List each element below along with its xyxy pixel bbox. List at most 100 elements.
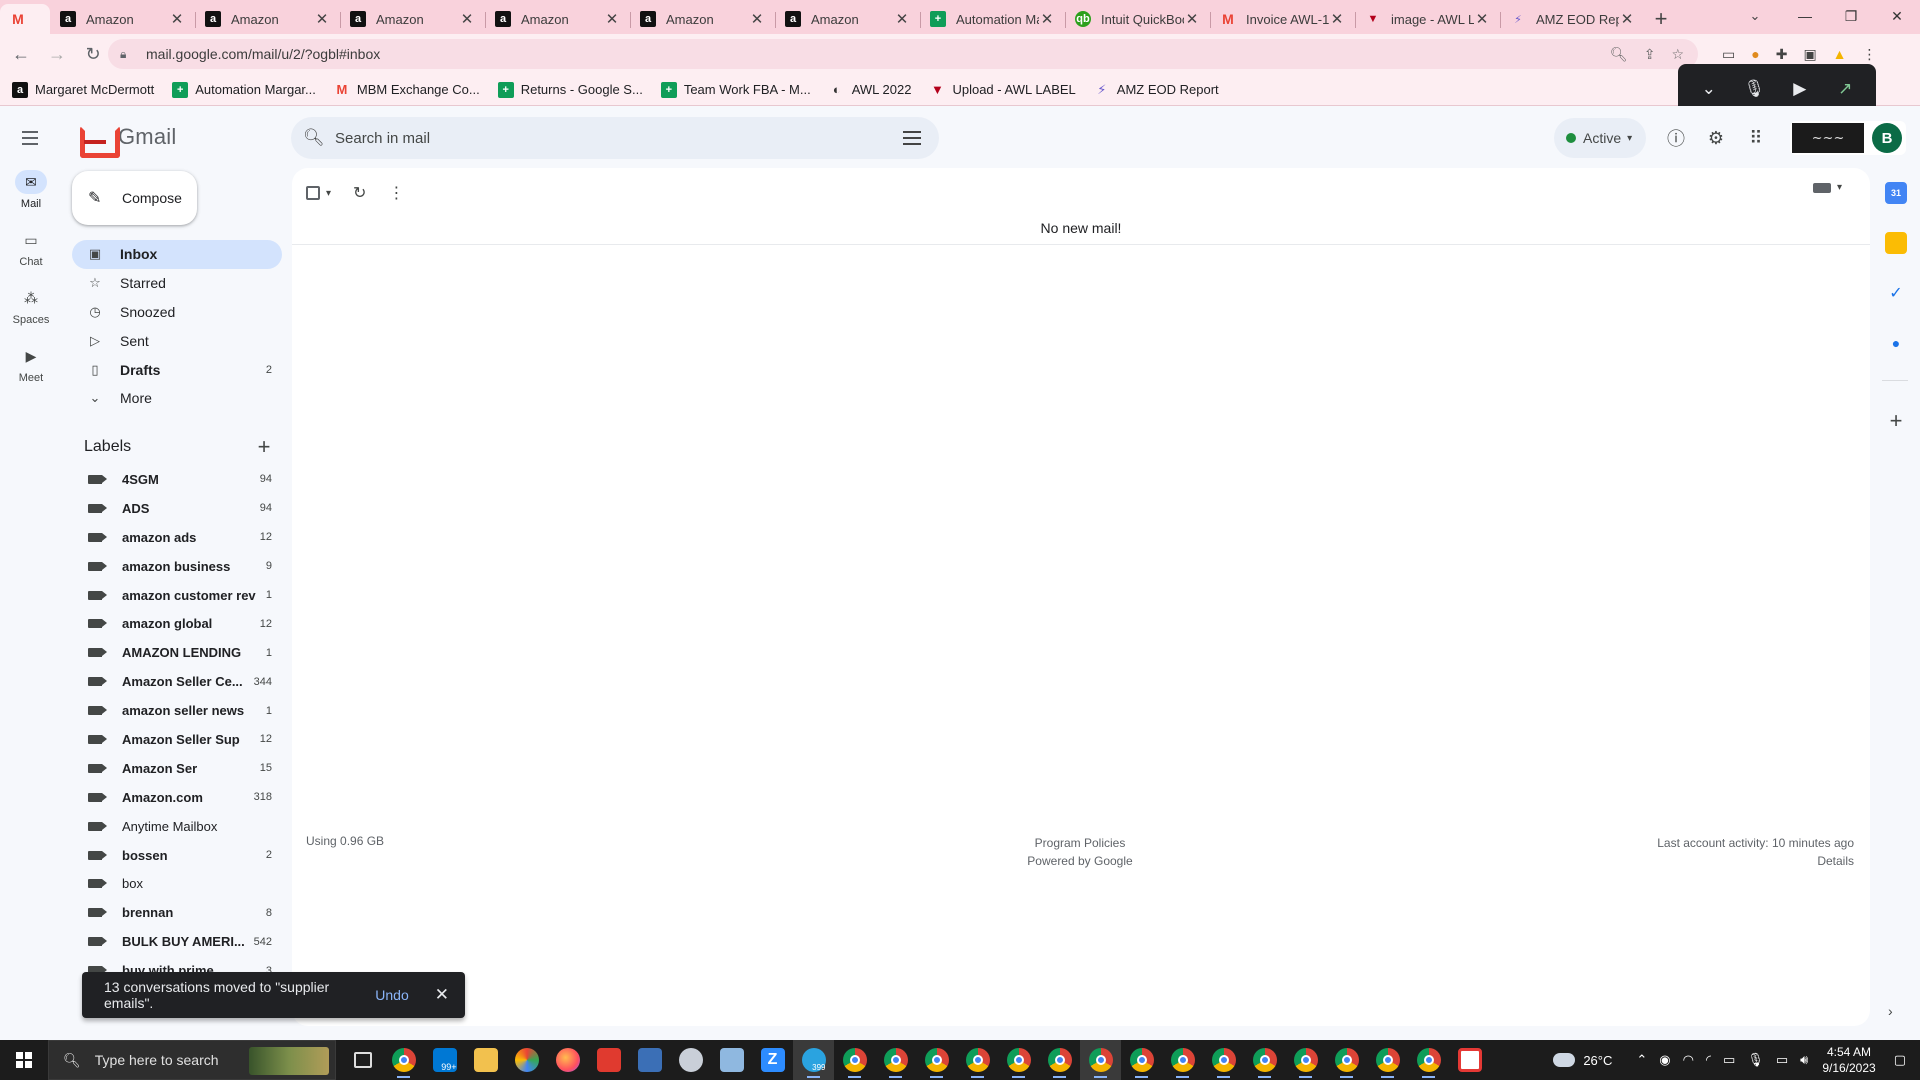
- close-tab-icon[interactable]: ✕: [604, 10, 620, 28]
- bookmark-item[interactable]: + Returns - Google S...: [497, 81, 643, 98]
- calendar-icon[interactable]: 31: [1885, 182, 1907, 204]
- label-item[interactable]: ADS 94: [72, 494, 282, 523]
- search-options-icon[interactable]: [903, 127, 925, 149]
- taskbar-search[interactable]: 🔍︎ Type here to search: [48, 1040, 336, 1080]
- zoom-app-icon[interactable]: Z: [752, 1040, 793, 1080]
- label-item[interactable]: AMAZON LENDING 1: [72, 638, 282, 667]
- status-indicator[interactable]: Active ▾: [1554, 118, 1646, 158]
- close-tab-icon[interactable]: ✕: [1329, 10, 1345, 28]
- contacts-icon[interactable]: ●: [1885, 332, 1907, 354]
- bookmark-item[interactable]: ◐ AWL 2022: [829, 82, 912, 98]
- battery-icon[interactable]: ▭: [1776, 1052, 1788, 1068]
- extension-icon[interactable]: ●: [1751, 46, 1759, 62]
- search-icon[interactable]: 🔍︎: [303, 128, 327, 148]
- back-icon[interactable]: ←: [6, 39, 36, 69]
- close-tab-icon[interactable]: ✕: [314, 10, 330, 28]
- new-tab-button[interactable]: +: [1645, 4, 1677, 34]
- label-item[interactable]: amazon business 9: [72, 552, 282, 581]
- nav-item-snoozed[interactable]: ◷ Snoozed: [72, 298, 282, 327]
- browser-tab[interactable]: a Amazon ✕: [340, 4, 485, 34]
- browser-tab[interactable]: ⚡ AMZ EOD Repo✕: [1500, 4, 1645, 34]
- chrome-profile-11-icon[interactable]: [1244, 1040, 1285, 1080]
- zoom-icon[interactable]: 🔍︎: [1610, 46, 1628, 63]
- bookmark-item[interactable]: ▼ Upload - AWL LABEL: [929, 82, 1076, 98]
- wifi-icon[interactable]: ◜: [1706, 1052, 1711, 1068]
- chrome-profile-13-icon[interactable]: [1326, 1040, 1367, 1080]
- clock[interactable]: 4:54 AM 9/16/2023: [1822, 1044, 1875, 1076]
- close-tab-icon[interactable]: ✕: [1474, 10, 1490, 28]
- gmail-logo[interactable]: Gmail: [80, 124, 176, 158]
- account-area[interactable]: ~~~ B: [1790, 121, 1906, 155]
- notepad-icon[interactable]: [711, 1040, 752, 1080]
- google-apps-icon[interactable]: ⠿: [1744, 126, 1768, 150]
- browser-tab[interactable]: a Amazon ✕: [775, 4, 920, 34]
- firefox-icon[interactable]: [547, 1040, 588, 1080]
- browser-tab[interactable]: M Invoice AWL-15 ✕: [1210, 4, 1355, 34]
- details-link[interactable]: Details: [1657, 852, 1854, 870]
- remote-app-icon[interactable]: [1449, 1040, 1490, 1080]
- browser-tab[interactable]: ▼ image - AWL La ✕: [1355, 4, 1500, 34]
- nav-item-sent[interactable]: ▷ Sent: [72, 326, 282, 355]
- bookmark-item[interactable]: a Margaret McDermott: [12, 81, 154, 98]
- label-item[interactable]: amazon seller news 1: [72, 696, 282, 725]
- close-tab-icon[interactable]: ✕: [169, 10, 185, 28]
- show-hidden-icons-icon[interactable]: ⌃: [1636, 1052, 1647, 1068]
- main-menu-icon[interactable]: [16, 124, 44, 152]
- bookmark-item[interactable]: M MBM Exchange Co...: [334, 82, 479, 98]
- label-item[interactable]: Amazon Ser 15: [72, 754, 282, 783]
- rail-item-mail[interactable]: ✉ Mail: [0, 170, 62, 228]
- reload-icon[interactable]: ↻: [78, 39, 108, 69]
- media-icon[interactable]: ▭: [1722, 46, 1735, 63]
- compose-button[interactable]: ✎ Compose: [72, 171, 197, 225]
- chrome-taskbar-icon[interactable]: [383, 1040, 424, 1080]
- label-item[interactable]: amazon ads 12: [72, 523, 282, 552]
- close-tab-icon[interactable]: ✕: [1184, 10, 1200, 28]
- chrome-profile-2-icon[interactable]: [875, 1040, 916, 1080]
- meet-tray-icon[interactable]: ◉: [1659, 1052, 1670, 1068]
- forward-icon[interactable]: →: [42, 39, 72, 69]
- label-item[interactable]: amazon customer rev 1: [72, 581, 282, 610]
- bookmark-item[interactable]: + Team Work FBA - M...: [660, 81, 811, 98]
- nav-item-inbox[interactable]: ▣ Inbox: [72, 240, 282, 269]
- browser-tab[interactable]: a Amazon ✕: [630, 4, 775, 34]
- mic-icon[interactable]: 🎙︎: [1747, 1052, 1764, 1068]
- chrome-profile-1-icon[interactable]: [834, 1040, 875, 1080]
- undo-button[interactable]: Undo: [375, 987, 408, 1003]
- share-icon[interactable]: ⇪: [1644, 46, 1656, 63]
- start-button[interactable]: [0, 1040, 48, 1080]
- close-window-button[interactable]: ✕: [1874, 0, 1920, 32]
- address-bar[interactable]: 🔒︎ mail.google.com/mail/u/2/?ogbl#inbox …: [108, 39, 1698, 69]
- chrome-profile-12-icon[interactable]: [1285, 1040, 1326, 1080]
- open-external-icon[interactable]: ↗: [1829, 79, 1861, 99]
- close-tab-icon[interactable]: ✕: [1619, 10, 1635, 28]
- label-item[interactable]: Amazon Seller Sup 12: [72, 725, 282, 754]
- network-off-icon[interactable]: ◠: [1683, 1052, 1694, 1068]
- rail-item-meet[interactable]: ▶ Meet: [0, 344, 62, 402]
- browser-tab[interactable]: a Amazon ✕: [195, 4, 340, 34]
- file-explorer-icon[interactable]: [465, 1040, 506, 1080]
- camera-icon[interactable]: ▶︎: [1784, 79, 1816, 99]
- bookmark-item[interactable]: + Automation Margar...: [172, 81, 316, 98]
- nav-item-more[interactable]: ⌄ More: [72, 384, 282, 413]
- rail-item-chat[interactable]: ▭ Chat: [0, 228, 62, 286]
- input-tools-icon[interactable]: ▾: [1812, 182, 1842, 193]
- close-tab-icon[interactable]: ✕: [749, 10, 765, 28]
- task-view-icon[interactable]: [342, 1040, 383, 1080]
- label-item[interactable]: box: [72, 869, 282, 898]
- mail-taskbar-icon[interactable]: 99+: [424, 1040, 465, 1080]
- label-item[interactable]: brennan 8: [72, 898, 282, 927]
- profile-icon[interactable]: ▲: [1833, 46, 1847, 62]
- tasks-icon[interactable]: ✓: [1885, 282, 1907, 304]
- wps-icon[interactable]: [588, 1040, 629, 1080]
- chrome-profile-8-icon[interactable]: [1121, 1040, 1162, 1080]
- label-item[interactable]: BULK BUY AMERI... 542: [72, 927, 282, 956]
- sidebar-icon[interactable]: ▣: [1803, 46, 1816, 63]
- settings-gear-icon[interactable]: ⚙: [1704, 126, 1728, 150]
- browser-tab[interactable]: qb Intuit QuickBoo ✕: [1065, 4, 1210, 34]
- close-tab-icon[interactable]: ✕: [894, 10, 910, 28]
- more-options-icon[interactable]: ⋮: [388, 183, 404, 203]
- chrome-profile-3-icon[interactable]: [916, 1040, 957, 1080]
- label-item[interactable]: Amazon.com 318: [72, 783, 282, 812]
- telegram-icon[interactable]: 399: [793, 1040, 834, 1080]
- chrome-profile-5-icon[interactable]: [998, 1040, 1039, 1080]
